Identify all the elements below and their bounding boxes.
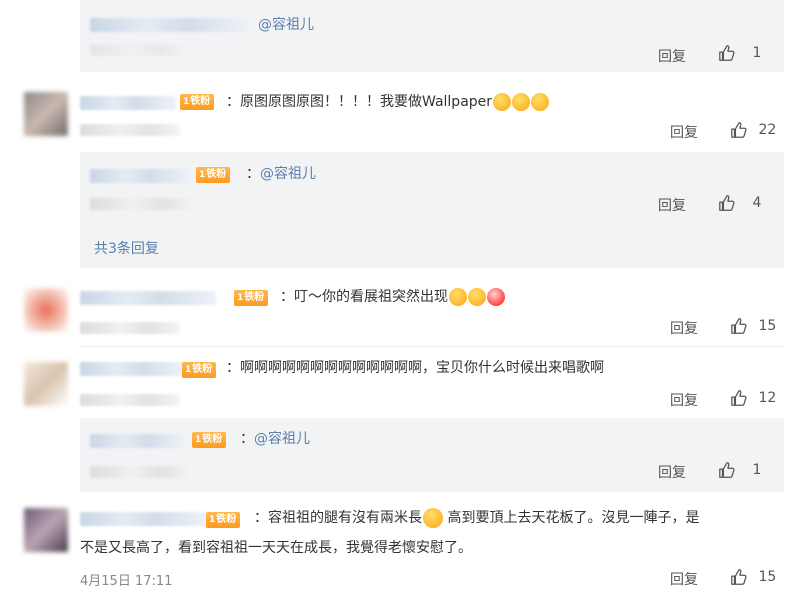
comment-date <box>80 124 180 136</box>
emoji-icon <box>493 93 512 111</box>
like-count: 1 <box>752 45 762 61</box>
reply-username[interactable] <box>90 18 250 32</box>
like-button[interactable]: 12 <box>730 389 790 409</box>
view-all-replies-link[interactable]: 共3条回复 <box>94 238 159 258</box>
reply-username[interactable] <box>90 434 186 448</box>
fan-badge: 1铁粉 <box>234 290 269 306</box>
comment-date <box>80 322 180 334</box>
reply-button[interactable]: 回复 <box>670 390 698 410</box>
fan-badge-icon: 1铁粉 <box>196 167 231 183</box>
fan-badge-icon: 1铁粉 <box>206 512 241 528</box>
reply-button[interactable]: 回复 <box>670 569 698 589</box>
reply-username[interactable] <box>90 169 190 183</box>
thumb-up-icon <box>731 390 747 406</box>
reply-mention[interactable]: @容祖儿 <box>260 166 316 182</box>
reply-button[interactable]: 回复 <box>658 195 686 215</box>
like-count: 1 <box>752 462 762 478</box>
avatar[interactable] <box>24 92 68 136</box>
reply-mention[interactable]: @容祖儿 <box>254 431 310 447</box>
emoji-icon <box>468 288 486 306</box>
like-button[interactable]: 22 <box>730 121 790 141</box>
comment-username[interactable] <box>80 512 206 526</box>
like-button[interactable]: 1 <box>718 44 768 64</box>
emoji-icon <box>423 508 443 528</box>
like-button[interactable]: 15 <box>730 568 790 588</box>
reply-text: ：@容祖儿 <box>246 166 316 182</box>
like-button[interactable]: 4 <box>718 194 768 214</box>
reply-date <box>90 198 196 210</box>
comment-timestamp: 4月15日 17:11 <box>80 574 173 589</box>
like-button[interactable]: 15 <box>730 317 790 337</box>
reply-button[interactable]: 回复 <box>658 462 686 482</box>
fan-badge-icon: 1铁粉 <box>180 94 215 110</box>
fan-badge: 1铁粉 <box>180 94 215 110</box>
thumb-up-icon <box>731 569 747 585</box>
emoji-icon <box>512 93 531 111</box>
like-count: 4 <box>752 195 762 211</box>
like-count: 15 <box>758 318 777 334</box>
emoji-icon <box>449 288 467 306</box>
comment-text: ：原图原图原图！！！！我要做Wallpaper <box>226 92 550 112</box>
fan-badge-icon: 1铁粉 <box>182 362 217 378</box>
emoji-icon <box>531 93 550 111</box>
comment-text-line1: ：容祖祖的腿有沒有兩米長 高到要頂上去天花板了。沒見一陣子，是 <box>254 508 700 528</box>
fan-badge: 1铁粉 <box>182 362 217 378</box>
fan-badge: 1铁粉 <box>206 512 241 528</box>
thumb-up-icon <box>731 122 747 138</box>
thumb-up-icon <box>719 462 735 478</box>
like-button[interactable]: 1 <box>718 461 768 481</box>
comment-text-line2: 不是又長高了，看到容祖祖一天天在成長，我覺得老懷安慰了。 <box>80 540 472 556</box>
avatar[interactable] <box>24 508 68 552</box>
reply-button[interactable]: 回复 <box>670 122 698 142</box>
reply-text: ：@容祖儿 <box>240 431 310 447</box>
reply-button[interactable]: 回复 <box>658 46 686 66</box>
thumb-up-icon <box>731 318 747 334</box>
fan-badge-icon: 1铁粉 <box>192 432 227 448</box>
avatar[interactable] <box>24 362 68 406</box>
divider <box>80 346 784 347</box>
thumb-up-icon <box>719 195 735 211</box>
like-count: 15 <box>758 569 777 585</box>
comment-username[interactable] <box>80 362 184 376</box>
comment-username[interactable] <box>80 96 176 110</box>
reply-date <box>90 466 194 478</box>
comment-text: ：叮～你的看展祖突然出现 <box>280 287 505 307</box>
avatar[interactable] <box>24 288 68 332</box>
like-count: 12 <box>758 390 777 406</box>
fan-badge-icon: 1铁粉 <box>234 290 269 306</box>
reply-mention[interactable]: @容祖儿 <box>258 14 314 34</box>
like-count: 22 <box>758 122 777 138</box>
fan-badge: 1铁粉 <box>192 432 227 448</box>
fan-badge: 1铁粉 <box>196 167 231 183</box>
emoji-icon <box>487 288 505 306</box>
comment-username[interactable] <box>80 291 216 305</box>
thumb-up-icon <box>719 45 735 61</box>
comment-text: ：啊啊啊啊啊啊啊啊啊啊啊啊啊，宝贝你什么时候出来唱歌啊 <box>226 360 604 376</box>
reply-date <box>90 44 190 56</box>
comment-date <box>80 394 180 406</box>
reply-button[interactable]: 回复 <box>670 318 698 338</box>
